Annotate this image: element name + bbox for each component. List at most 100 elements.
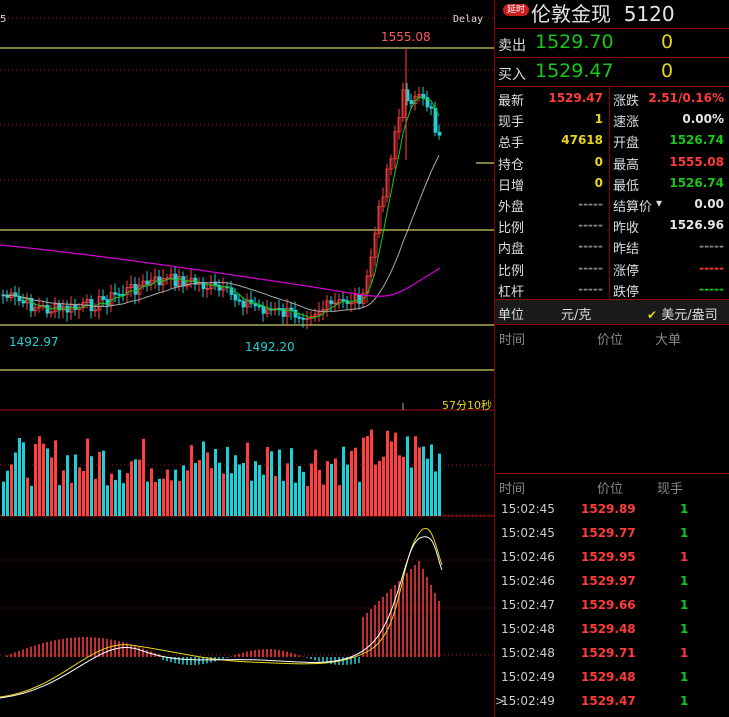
checkmark-icon: ✔	[647, 308, 658, 322]
candle-body	[241, 300, 246, 308]
tick-row[interactable]: 15:02:45 1529.89 1	[495, 498, 729, 522]
stat-label: 涨跌	[613, 94, 640, 109]
stat-value: 0	[594, 175, 603, 190]
volume-bar	[142, 438, 145, 516]
volume-bar	[430, 444, 433, 516]
volume-bar	[394, 432, 397, 516]
buy-quote-row[interactable]: 买入 1529.47 0	[495, 58, 729, 87]
volume-bar	[338, 485, 341, 516]
stat-value: 47618	[561, 133, 603, 148]
sell-label: 卖出	[498, 38, 526, 54]
stat-label: 持仓	[498, 157, 525, 173]
volume-bar	[354, 447, 357, 516]
volume-bar	[306, 485, 309, 516]
unit-option-gram[interactable]: 元/克	[561, 304, 591, 323]
row-cursor-icon: >	[495, 694, 506, 708]
stat-right-4: 最低 1526.74	[610, 172, 729, 194]
volume-bar	[342, 446, 345, 516]
stat-value: -----	[578, 281, 603, 296]
volume-bar	[146, 481, 149, 516]
volume-bar	[106, 485, 109, 516]
tick-table: 时间 价位 现手 15:02:45 1529.89 1 15:02:45 1529.77…	[495, 474, 729, 710]
stat-label: 比例	[498, 221, 525, 237]
tick-time: 15:02:45	[501, 502, 555, 516]
stat-value: -----	[699, 239, 724, 254]
stat-value: 1526.74	[669, 133, 724, 148]
tick-row[interactable]: 15:02:48 1529.71 1	[495, 642, 729, 666]
tick-qty: 1	[680, 574, 689, 588]
stat-right-7: 昨结 -----	[610, 235, 729, 257]
stat-right-2: 开盘 1526.74	[610, 129, 729, 151]
tick-time-header: 时间	[499, 482, 526, 497]
tick-qty: 1	[680, 502, 689, 516]
stat-right-8: 涨停 -----	[610, 257, 729, 279]
volume-bar	[346, 464, 349, 516]
volume-bar	[66, 455, 69, 516]
volume-bar	[110, 473, 113, 516]
volume-bar	[418, 447, 421, 516]
tick-row[interactable]: 15:02:47 1529.66 1	[495, 594, 729, 618]
volume-bar	[138, 459, 141, 516]
volume-bar	[62, 470, 65, 516]
volume-bar	[134, 459, 137, 516]
volume-bar	[434, 471, 437, 516]
stat-value: 1526.74	[669, 175, 724, 190]
tick-row[interactable]: 15:02:46 1529.95 1	[495, 546, 729, 570]
volume-bar	[58, 485, 61, 516]
stat-label: 内盘	[498, 242, 525, 258]
volume-bar	[270, 451, 273, 516]
stat-label: 开盘	[613, 136, 640, 152]
tick-row[interactable]: 15:02:45 1529.77 1	[495, 522, 729, 546]
stat-right-6: 昨收 1526.96	[610, 214, 729, 236]
buy-label: 买入	[498, 67, 526, 83]
chart-canvas[interactable]	[0, 0, 494, 717]
volume-bar	[374, 464, 377, 516]
volume-bar	[262, 474, 265, 516]
tick-row[interactable]: 15:02:49 1529.48 1	[495, 666, 729, 690]
unit-option-ounce[interactable]: ✔ 美元/盎司	[647, 304, 718, 323]
volume-bar	[150, 468, 153, 516]
tick-qty: 1	[680, 670, 689, 684]
sell-quote-row[interactable]: 卖出 1529.70 0	[495, 29, 729, 58]
candle-body	[181, 276, 186, 287]
stat-label: 比例	[498, 263, 525, 279]
dropdown-arrow-icon[interactable]: ▾	[656, 196, 662, 210]
candle-body	[213, 282, 218, 286]
volume-bar	[370, 429, 373, 516]
stat-label: 最高	[613, 157, 640, 173]
unit-option-ounce-label: 美元/盎司	[661, 308, 718, 323]
stat-right-0: 涨跌 2.51/0.16%	[610, 87, 729, 109]
tick-row[interactable]: 15:02:49 1529.47 1 >	[495, 690, 729, 714]
candle-body	[257, 305, 262, 308]
volume-bar	[78, 467, 81, 516]
volume-bar	[390, 441, 393, 516]
volume-bar	[74, 454, 77, 516]
candle-body	[293, 309, 298, 318]
candlestick-chart-area[interactable]: Delay 5 1555.08 1492.97 1492.20 57分10秒	[0, 0, 494, 717]
stat-label: 日增	[498, 178, 525, 194]
stat-label: 涨停	[613, 263, 640, 279]
volume-bar	[166, 469, 169, 516]
volume-bar	[242, 462, 245, 516]
volume-bar	[318, 470, 321, 516]
candle-body	[281, 308, 286, 317]
stat-value: -----	[578, 239, 603, 254]
stat-label: 跌停	[613, 284, 640, 300]
volume-bar	[122, 483, 125, 516]
volume-bar	[42, 443, 45, 516]
tick-row[interactable]: 15:02:48 1529.48 1	[495, 618, 729, 642]
volume-bar	[214, 449, 217, 516]
volume-bar	[70, 482, 73, 516]
tick-price: 1529.48	[581, 670, 636, 684]
tick-row[interactable]: 15:02:46 1529.97 1	[495, 570, 729, 594]
stat-value: -----	[578, 197, 603, 211]
volume-bar	[238, 464, 241, 516]
stat-left-3: 持仓 0	[495, 151, 609, 173]
title-row: 延时 伦敦金现 5120	[495, 0, 729, 29]
volume-bar	[278, 449, 281, 516]
volume-bar	[54, 440, 57, 516]
volume-bar	[90, 456, 93, 516]
quote-panel: 延时 伦敦金现 5120 卖出 1529.70 0 买入 1529.47 0 最…	[494, 0, 729, 717]
sell-qty: 0	[661, 31, 674, 53]
stat-value: 1	[594, 112, 603, 127]
